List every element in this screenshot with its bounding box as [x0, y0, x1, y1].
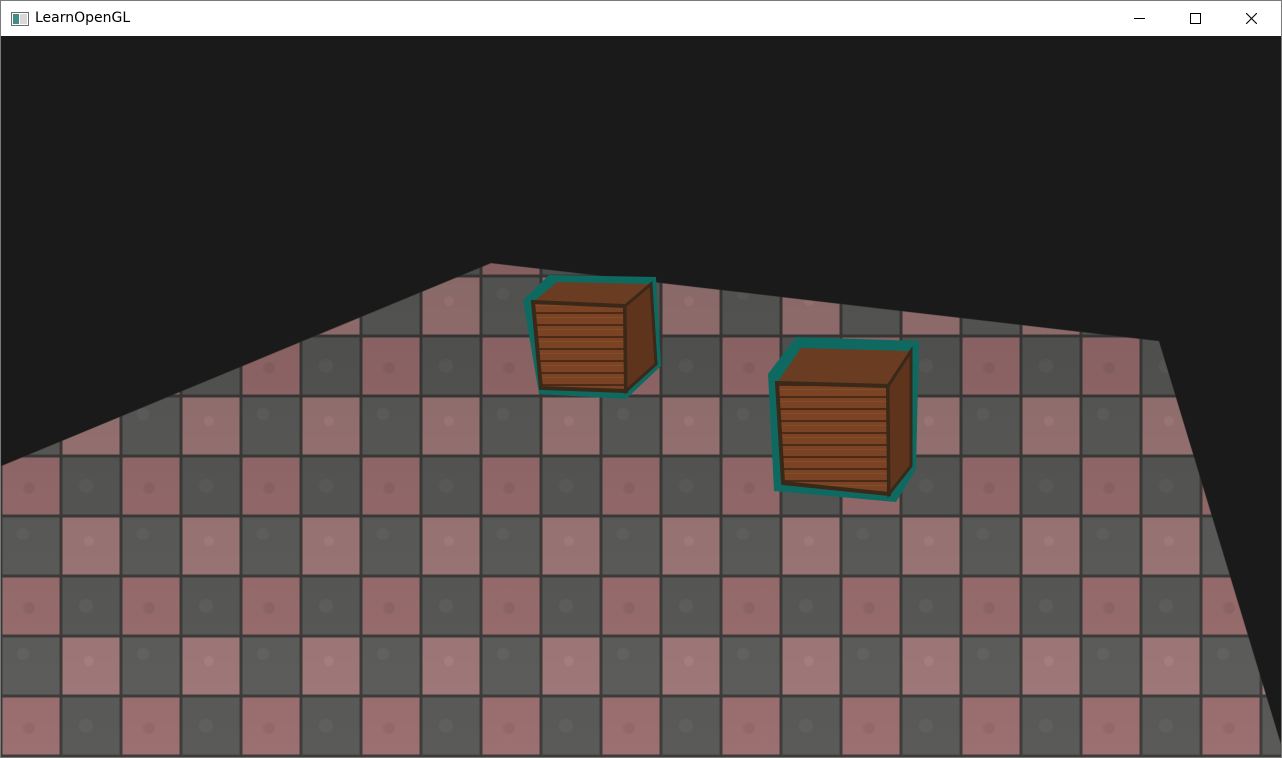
app-window: LearnOpenGL: [0, 0, 1282, 758]
crate-right: [768, 337, 919, 502]
maximize-button[interactable]: [1167, 1, 1223, 36]
window-title: LearnOpenGL: [35, 10, 131, 26]
scene-render: [1, 262, 1281, 757]
minimize-button[interactable]: [1111, 1, 1167, 36]
crate-left: [523, 275, 661, 399]
close-icon: [1245, 13, 1257, 24]
maximize-icon: [1189, 13, 1201, 24]
opengl-viewport[interactable]: [1, 36, 1281, 757]
minimize-icon: [1133, 13, 1145, 24]
app-window-icon: [11, 11, 29, 26]
title-bar[interactable]: LearnOpenGL: [1, 1, 1281, 36]
close-button[interactable]: [1223, 1, 1279, 36]
